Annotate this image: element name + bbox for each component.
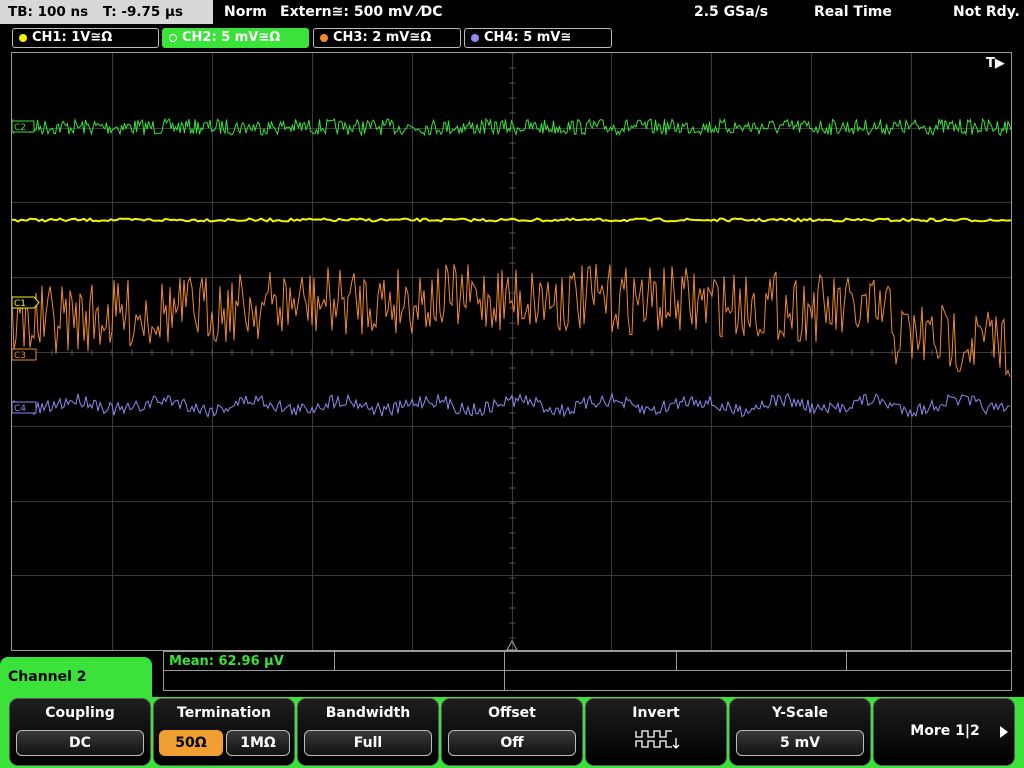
- invert-softkey[interactable]: Invert: [585, 698, 727, 766]
- channel-3-color-icon: [320, 33, 328, 42]
- termination-50ohm-option[interactable]: 50Ω: [159, 730, 223, 756]
- channel-3-tab[interactable]: CH3: 2 mV≅Ω: [313, 28, 461, 48]
- offset-value[interactable]: Off: [448, 730, 576, 756]
- channel-3-label: CH3: 2 mV≅Ω: [333, 30, 432, 45]
- bandwidth-label: Bandwidth: [325, 705, 411, 721]
- trigger-source[interactable]: Extern≅: 500 mV ⁄DC: [280, 0, 442, 24]
- trigger-marker: T▶: [986, 56, 1005, 71]
- svg-text:C1: C1: [14, 299, 26, 309]
- trigger-position-text: T: -9.75 µs: [102, 4, 183, 20]
- termination-1mohm-option[interactable]: 1MΩ: [226, 730, 290, 756]
- channel-4-label: CH4: 5 mV≅: [484, 30, 572, 45]
- menu-title-channel-2: Channel 2: [0, 657, 152, 697]
- channel-2-trace: [12, 117, 1011, 137]
- acquisition-status: Not Rdy.: [953, 4, 1020, 20]
- yscale-value[interactable]: 5 mV: [736, 730, 864, 756]
- channel-1-color-icon: [19, 33, 27, 42]
- trigger-mode[interactable]: Norm: [224, 0, 267, 24]
- channel-1-tab[interactable]: CH1: 1V≅Ω: [12, 28, 159, 48]
- channel-1-offset-marker[interactable]: C1: [12, 296, 40, 309]
- channel-3-trace: [12, 263, 1011, 377]
- yscale-softkey[interactable]: Y-Scale 5 mV: [729, 698, 871, 766]
- invert-waveform-icon: [635, 730, 680, 749]
- waveform-canvas: C2 C1 C3 C4 T▶: [12, 53, 1011, 650]
- waveform-display[interactable]: C2 C1 C3 C4 T▶: [11, 52, 1012, 651]
- more-label: More 1|2: [910, 723, 980, 739]
- bandwidth-value[interactable]: Full: [304, 730, 432, 756]
- offset-label: Offset: [488, 705, 536, 721]
- more-softkey[interactable]: More 1|2: [873, 698, 1015, 766]
- svg-text:C3: C3: [14, 351, 26, 361]
- next-page-arrow-icon: [1000, 726, 1008, 738]
- channel-4-color-icon: [471, 33, 479, 42]
- channel-2-tab[interactable]: CH2: 5 mV≅Ω: [162, 28, 309, 48]
- channel-1-trace: [12, 217, 1011, 223]
- coupling-value[interactable]: DC: [16, 730, 144, 756]
- mean-measurement: Mean: 62.96 µV: [169, 654, 284, 669]
- termination-label: Termination: [177, 705, 271, 721]
- sample-rate: 2.5 GSa/s: [694, 4, 769, 20]
- top-status-bar: TB: 100 ns T: -9.75 µs Norm Extern≅: 500…: [0, 0, 1024, 24]
- channel-4-tab[interactable]: CH4: 5 mV≅: [464, 28, 612, 48]
- yscale-label: Y-Scale: [771, 705, 828, 721]
- measurement-panel: Mean: 62.96 µV: [163, 651, 1012, 691]
- graticule: [12, 53, 1011, 650]
- timebase-text: TB: 100 ns: [8, 4, 89, 20]
- channel-1-label: CH1: 1V≅Ω: [32, 30, 113, 45]
- channel-2-label: CH2: 5 mV≅Ω: [182, 30, 281, 45]
- termination-softkey[interactable]: Termination 50Ω 1MΩ: [153, 698, 295, 766]
- timebase-box[interactable]: TB: 100 ns T: -9.75 µs: [0, 0, 213, 24]
- acquisition-mode: Real Time: [814, 4, 892, 20]
- offset-softkey[interactable]: Offset Off: [441, 698, 583, 766]
- svg-text:C4: C4: [14, 404, 26, 414]
- channel-4-offset-marker[interactable]: C4: [12, 401, 37, 414]
- invert-label: Invert: [632, 705, 680, 721]
- channel-2-offset-marker[interactable]: C2: [12, 120, 35, 133]
- coupling-label: Coupling: [45, 705, 115, 721]
- channel-2-color-icon: [169, 33, 177, 42]
- channel-3-offset-marker[interactable]: C3: [12, 348, 37, 361]
- svg-text:C2: C2: [14, 123, 26, 133]
- bandwidth-softkey[interactable]: Bandwidth Full: [297, 698, 439, 766]
- coupling-softkey[interactable]: Coupling DC: [9, 698, 151, 766]
